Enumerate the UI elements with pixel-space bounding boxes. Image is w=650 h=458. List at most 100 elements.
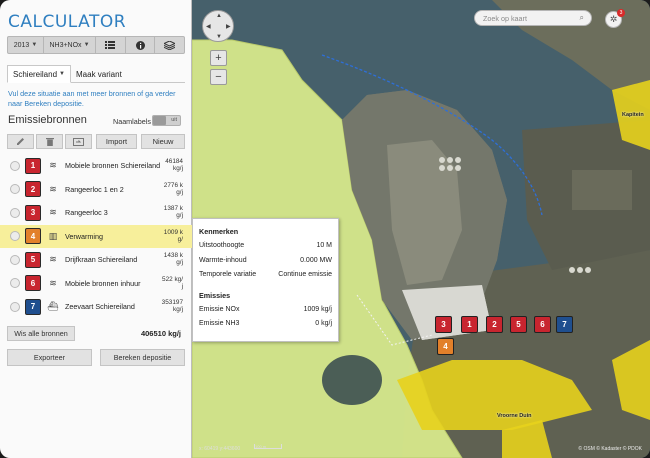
- pan-control[interactable]: ▲ ▼ ◀ ▶: [202, 10, 234, 42]
- map-marker[interactable]: 4: [437, 338, 454, 355]
- zoom-in-label: +: [215, 52, 222, 64]
- scale-bar: 100 m: [254, 444, 282, 449]
- arrow-right-icon[interactable]: ▶: [226, 23, 231, 30]
- map-marker[interactable]: 6: [534, 316, 551, 333]
- exhaust-icon: ≋: [49, 254, 57, 265]
- info-button[interactable]: [126, 37, 156, 53]
- map-marker[interactable]: 1: [461, 316, 478, 333]
- section-title: Emissiebronnen: [8, 114, 87, 126]
- exhaust-icon: ≋: [49, 277, 57, 288]
- map-view[interactable]: ▲ ▼ ◀ ▶ + − Zoek op kaart ⌕ ✲ 3 Kapitein…: [192, 0, 650, 458]
- source-badge: 4: [25, 228, 41, 245]
- tab-label: Maak variant: [76, 69, 122, 79]
- layers-icon: [164, 40, 176, 50]
- source-badge: 2: [25, 181, 41, 198]
- exhaust-icon: ≋: [49, 160, 57, 171]
- import-button[interactable]: Import: [96, 134, 137, 149]
- source-radio[interactable]: [10, 301, 20, 312]
- zoom-out-button[interactable]: −: [210, 69, 227, 85]
- zoom-out-label: −: [215, 71, 222, 83]
- source-radio[interactable]: [10, 207, 20, 218]
- arrow-left-icon[interactable]: ◀: [206, 23, 211, 30]
- map-marker[interactable]: 2: [486, 316, 503, 333]
- exhaust-icon: ≋: [49, 207, 57, 218]
- export-button[interactable]: Exporteer: [7, 349, 92, 366]
- source-value: 353197 kg/j: [161, 299, 183, 314]
- source-label: Drijfkraan Schiereiland: [65, 255, 138, 265]
- name-labels-toggle[interactable]: uit: [152, 115, 181, 126]
- side-panel: CALCULATOR 2013 ▼ NH3+NOx ▼ Schiereiland ▼: [0, 0, 192, 458]
- info-icon: [135, 40, 145, 50]
- map-marker[interactable]: 5: [510, 316, 527, 333]
- copy-button[interactable]: [65, 134, 92, 149]
- substance-value: NH3+NOx: [49, 41, 82, 49]
- source-badge: 5: [25, 251, 41, 268]
- source-radio[interactable]: [10, 278, 20, 289]
- delete-button[interactable]: [36, 134, 63, 149]
- list-button[interactable]: [96, 37, 126, 53]
- arrow-down-icon[interactable]: ▼: [216, 34, 222, 40]
- trash-icon: [45, 138, 54, 146]
- calculate-deposition-button[interactable]: Bereken depositie: [100, 349, 185, 366]
- exhaust-icon: ≋: [49, 183, 57, 194]
- app-title: CALCULATOR: [8, 12, 127, 32]
- tab-schiereiland[interactable]: Schiereiland ▼: [7, 65, 71, 83]
- name-labels-label: Naamlabels: [113, 117, 151, 126]
- notification-count: 3: [617, 9, 625, 17]
- source-radio[interactable]: [10, 184, 20, 195]
- clear-all-button[interactable]: Wis alle bronnen: [7, 326, 75, 341]
- layers-button[interactable]: [155, 37, 184, 53]
- popup-value: 10 M: [316, 242, 332, 249]
- edit-button[interactable]: [7, 134, 34, 149]
- source-radio[interactable]: [10, 231, 20, 242]
- source-radio[interactable]: [10, 254, 20, 265]
- source-row[interactable]: 6 ≋ Mobiele bronnen inhuur 522 kg/j: [0, 272, 192, 296]
- chevron-down-icon: ▼: [83, 42, 90, 48]
- copy-icon: [73, 137, 84, 146]
- map-marker[interactable]: 3: [435, 316, 452, 333]
- source-radio[interactable]: [10, 160, 20, 171]
- source-row[interactable]: 5 ≋ Drijfkraan Schiereiland 1438 kg/j: [0, 248, 192, 272]
- source-label: Rangeerloc 3: [65, 208, 108, 218]
- source-row[interactable]: 4 ▥ Verwarming 1009 kg/: [0, 224, 192, 248]
- source-value: 1009 kg/: [163, 228, 183, 243]
- source-value: 46184 kg/j: [165, 158, 183, 173]
- map-marker[interactable]: 7: [556, 316, 573, 333]
- popup-key: Warmte-inhoud: [199, 256, 247, 264]
- year-select[interactable]: 2013 ▼: [8, 37, 44, 53]
- source-row[interactable]: 7 ⛴ Zeevaart Schiereiland 353197 kg/j: [0, 295, 192, 319]
- popup-value: 0.000 MW: [300, 256, 332, 264]
- search-placeholder: Zoek op kaart: [483, 13, 527, 23]
- tab-label: Schiereiland: [13, 69, 58, 79]
- ship-icon: ⛴: [47, 301, 59, 312]
- list-icon: [105, 41, 116, 49]
- toggle-knob: [153, 116, 166, 125]
- search-icon[interactable]: ⌕: [580, 13, 584, 23]
- notifications-button[interactable]: ✲ 3: [605, 9, 625, 28]
- arrow-up-icon[interactable]: ▲: [216, 13, 222, 19]
- source-row[interactable]: 3 ≋ Rangeerloc 3 1387 kg/j: [0, 201, 192, 225]
- bug-icon: ✲: [609, 14, 618, 24]
- source-row[interactable]: 2 ≋ Rangeerloc 1 en 2 2776 kg/j: [0, 178, 192, 202]
- popup-value: 0 kg/j: [315, 320, 332, 327]
- source-label: Mobiele bronnen Schiereiland: [65, 161, 161, 171]
- tab-maak-variant[interactable]: Maak variant: [71, 65, 127, 83]
- new-button[interactable]: Nieuw: [141, 134, 185, 149]
- source-badge: 1: [25, 157, 41, 174]
- popup-row: Emissie NH3 0 kg/j: [199, 320, 332, 335]
- building-icon: ▥: [48, 230, 58, 241]
- coordinate-readout: x: 60419 y:443600: [199, 446, 241, 452]
- scale-label: 100 m: [255, 444, 267, 449]
- source-row[interactable]: 1 ≋ Mobiele bronnen Schiereiland 46184 kg/j: [0, 154, 192, 178]
- export-label: Exporteer: [33, 353, 66, 362]
- source-badge: 7: [25, 298, 41, 315]
- bottom-buttons: Exporteer Bereken depositie: [7, 349, 185, 366]
- place-label: Kapitein: [622, 112, 644, 118]
- substance-select[interactable]: NH3+NOx ▼: [44, 37, 96, 53]
- top-toolbar: 2013 ▼ NH3+NOx ▼: [7, 36, 185, 54]
- source-actions: Import Nieuw: [7, 134, 185, 149]
- app-window: CALCULATOR 2013 ▼ NH3+NOx ▼ Schiereiland ▼: [0, 0, 650, 458]
- popup-value: 1009 kg/j: [303, 305, 332, 313]
- map-search-input[interactable]: Zoek op kaart ⌕: [474, 10, 592, 26]
- zoom-in-button[interactable]: +: [210, 50, 227, 66]
